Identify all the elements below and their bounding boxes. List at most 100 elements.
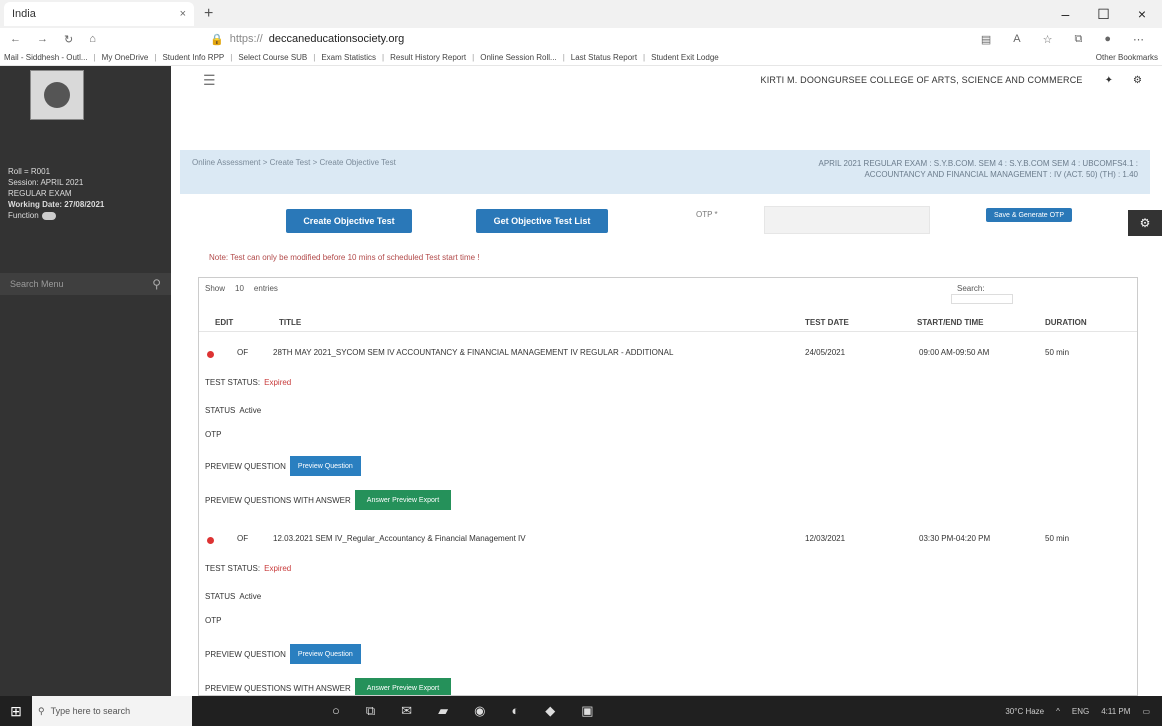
bookmark-item[interactable]: Select Course SUB bbox=[238, 53, 307, 62]
store-icon[interactable]: ▣ bbox=[581, 703, 593, 719]
notification-icon[interactable]: ▭ bbox=[1142, 707, 1150, 716]
exam-title-line1: APRIL 2021 REGULAR EXAM : S.Y.B.COM. SEM… bbox=[818, 159, 1138, 168]
col-edit[interactable]: EDIT bbox=[215, 318, 233, 327]
otp-line: OTP bbox=[205, 430, 221, 439]
chrome-icon[interactable]: ◉ bbox=[474, 703, 485, 719]
chevron-up-icon[interactable]: ^ bbox=[1056, 707, 1060, 716]
answer-preview-export-button[interactable]: Answer Preview Export bbox=[354, 678, 452, 695]
language-indicator[interactable]: ENG bbox=[1072, 707, 1089, 716]
bookmark-item[interactable]: Student Exit Lodge bbox=[651, 53, 719, 62]
search-icon[interactable]: ⚲ bbox=[152, 277, 161, 291]
create-objective-test-button[interactable]: Create Objective Test bbox=[286, 209, 412, 233]
search-menu-input[interactable]: Search Menu ⚲ bbox=[0, 273, 171, 295]
col-title[interactable]: TITLE bbox=[279, 318, 301, 327]
menu-toggle-icon[interactable]: ☰ bbox=[203, 72, 216, 89]
bookmarks-bar: Mail - Siddhesh - Outl... | My OneDrive | … bbox=[0, 50, 1162, 66]
status-dot-icon bbox=[207, 351, 214, 358]
reload-icon[interactable]: ↻ bbox=[64, 33, 73, 46]
read-aloud-icon[interactable]: A bbox=[1013, 33, 1020, 46]
bookmark-item[interactable]: Mail - Siddhesh - Outl... bbox=[4, 53, 88, 62]
test-title[interactable]: 12.03.2021 SEM IV_Regular_Accountancy & … bbox=[273, 534, 526, 543]
app-icon[interactable]: ◆ bbox=[545, 703, 555, 719]
otp-input[interactable] bbox=[764, 206, 930, 234]
clock[interactable]: 4:11 PM bbox=[1101, 707, 1130, 716]
user-info: Roll = R001 Session: APRIL 2021 REGULAR … bbox=[8, 166, 104, 221]
otp-row-label: OTP bbox=[205, 430, 222, 439]
test-status-line: TEST STATUS: Expired bbox=[205, 564, 291, 573]
taskbar: ⊞ ⚲ Type here to search ○ ⧉ ✉ ▰ ◉ ◐ ◆ ▣ … bbox=[0, 696, 1162, 726]
file-explorer-icon[interactable]: ▰ bbox=[438, 703, 448, 719]
minimize-icon[interactable]: – bbox=[1061, 6, 1069, 23]
get-objective-test-list-button[interactable]: Get Objective Test List bbox=[476, 209, 608, 233]
settings-icon[interactable]: ⚙ bbox=[1133, 75, 1142, 86]
answer-preview-export-button[interactable]: Answer Preview Export bbox=[354, 490, 452, 510]
home-icon[interactable]: ⌂ bbox=[89, 33, 96, 46]
edge-icon[interactable]: ◐ bbox=[511, 703, 519, 719]
windows-start-icon[interactable]: ⊞ bbox=[0, 703, 32, 720]
exam-title: APRIL 2021 REGULAR EXAM : S.Y.B.COM. SEM… bbox=[718, 158, 1138, 180]
test-time: 03:30 PM-04:20 PM bbox=[919, 534, 991, 543]
function-toggle[interactable] bbox=[41, 211, 56, 220]
table-search-input[interactable] bbox=[951, 294, 1013, 304]
generate-otp-button[interactable]: Save & Generate OTP bbox=[986, 208, 1072, 222]
col-duration[interactable]: DURATION bbox=[1045, 318, 1087, 327]
bookmark-item[interactable]: Last Status Report bbox=[571, 53, 637, 62]
system-tray: 30°C Haze ^ ENG 4:11 PM ▭ bbox=[1005, 707, 1162, 716]
tab-title: India bbox=[12, 8, 36, 20]
back-icon[interactable]: ← bbox=[10, 33, 21, 46]
collections-icon[interactable]: ⧉ bbox=[1074, 33, 1082, 46]
show-entries-select[interactable]: 10 bbox=[235, 284, 244, 293]
col-start-end-time[interactable]: START/END TIME bbox=[917, 318, 984, 327]
address-right-icons: ▤ A ☆ ⧉ ● ⋯ bbox=[981, 33, 1162, 46]
other-bookmarks[interactable]: Other Bookmarks bbox=[1096, 53, 1162, 62]
profile-icon[interactable]: ● bbox=[1104, 33, 1111, 46]
breadcrumb-path: Online Assessment > Create Test > Create… bbox=[192, 158, 396, 167]
task-view-icon[interactable]: ⧉ bbox=[366, 703, 375, 719]
favorite-icon[interactable]: ☆ bbox=[1043, 33, 1053, 46]
test-type: OF bbox=[237, 534, 249, 543]
side-settings-icon[interactable]: ⚙ bbox=[1128, 210, 1162, 236]
breadcrumb: Online Assessment > Create Test > Create… bbox=[180, 150, 1150, 194]
bookmark-item[interactable]: Online Session Roll... bbox=[480, 53, 556, 62]
working-date: Working Date: 27/08/2021 bbox=[8, 200, 105, 209]
browser-tabbar: India × + – ☐ × bbox=[0, 0, 1162, 28]
tab-close-icon[interactable]: × bbox=[180, 8, 186, 20]
weather-icon[interactable]: 30°C Haze bbox=[1005, 707, 1044, 716]
bookmark-item[interactable]: Result History Report bbox=[390, 53, 466, 62]
bookmark-item[interactable]: Exam Statistics bbox=[321, 53, 376, 62]
reader-icon[interactable]: ▤ bbox=[981, 33, 991, 46]
bookmark-item[interactable]: My OneDrive bbox=[102, 53, 149, 62]
answers-line: PREVIEW QUESTIONS WITH ANSWER Answer Pre… bbox=[205, 678, 452, 695]
preview-label: PREVIEW QUESTION bbox=[205, 461, 286, 471]
test-title[interactable]: 28TH MAY 2021_SYCOM SEM IV ACCOUNTANCY &… bbox=[273, 348, 673, 357]
address-bar: ← → ↻ ⌂ 🔒 https:// deccaneducationsociety… bbox=[0, 28, 1162, 50]
test-status-value: Expired bbox=[264, 378, 292, 387]
forward-icon[interactable]: → bbox=[37, 33, 48, 46]
new-tab-icon[interactable]: + bbox=[204, 5, 213, 23]
mail-icon[interactable]: ✉ bbox=[401, 703, 412, 719]
browser-tab[interactable]: India × bbox=[4, 2, 194, 26]
top-icons: ✦ ⚙ bbox=[1083, 75, 1162, 86]
url-field[interactable]: 🔒 https:// deccaneducationsociety.org bbox=[210, 33, 404, 46]
bookmark-item[interactable]: Student Info RPP bbox=[162, 53, 224, 62]
preview-question-button[interactable]: Preview Question bbox=[289, 644, 361, 664]
cortana-icon[interactable]: ○ bbox=[332, 703, 340, 719]
nav-buttons: ← → ↻ ⌂ bbox=[0, 33, 210, 46]
preview-line: PREVIEW QUESTION Preview Question bbox=[205, 644, 361, 664]
answers-label: PREVIEW QUESTIONS WITH ANSWER bbox=[205, 683, 351, 693]
close-window-icon[interactable]: × bbox=[1138, 6, 1146, 23]
sidebar: Roll = R001 Session: APRIL 2021 REGULAR … bbox=[0, 66, 171, 696]
show-entries: Show 10 entries bbox=[205, 284, 278, 293]
home-top-icon[interactable]: ✦ bbox=[1105, 75, 1113, 86]
preview-label: PREVIEW QUESTION bbox=[205, 649, 286, 659]
test-list-panel: Show 10 entries Search: EDIT TITLE TEST … bbox=[198, 277, 1138, 696]
preview-question-button[interactable]: Preview Question bbox=[289, 456, 361, 476]
test-status-line: TEST STATUS: Expired bbox=[205, 378, 291, 387]
taskbar-search[interactable]: ⚲ Type here to search bbox=[32, 696, 192, 726]
user-session: Session: APRIL 2021 bbox=[8, 178, 84, 187]
more-icon[interactable]: ⋯ bbox=[1133, 33, 1144, 46]
maximize-icon[interactable]: ☐ bbox=[1097, 6, 1110, 23]
test-duration: 50 min bbox=[1045, 348, 1070, 357]
search-menu-placeholder: Search Menu bbox=[10, 279, 64, 289]
col-test-date[interactable]: TEST DATE bbox=[805, 318, 849, 327]
